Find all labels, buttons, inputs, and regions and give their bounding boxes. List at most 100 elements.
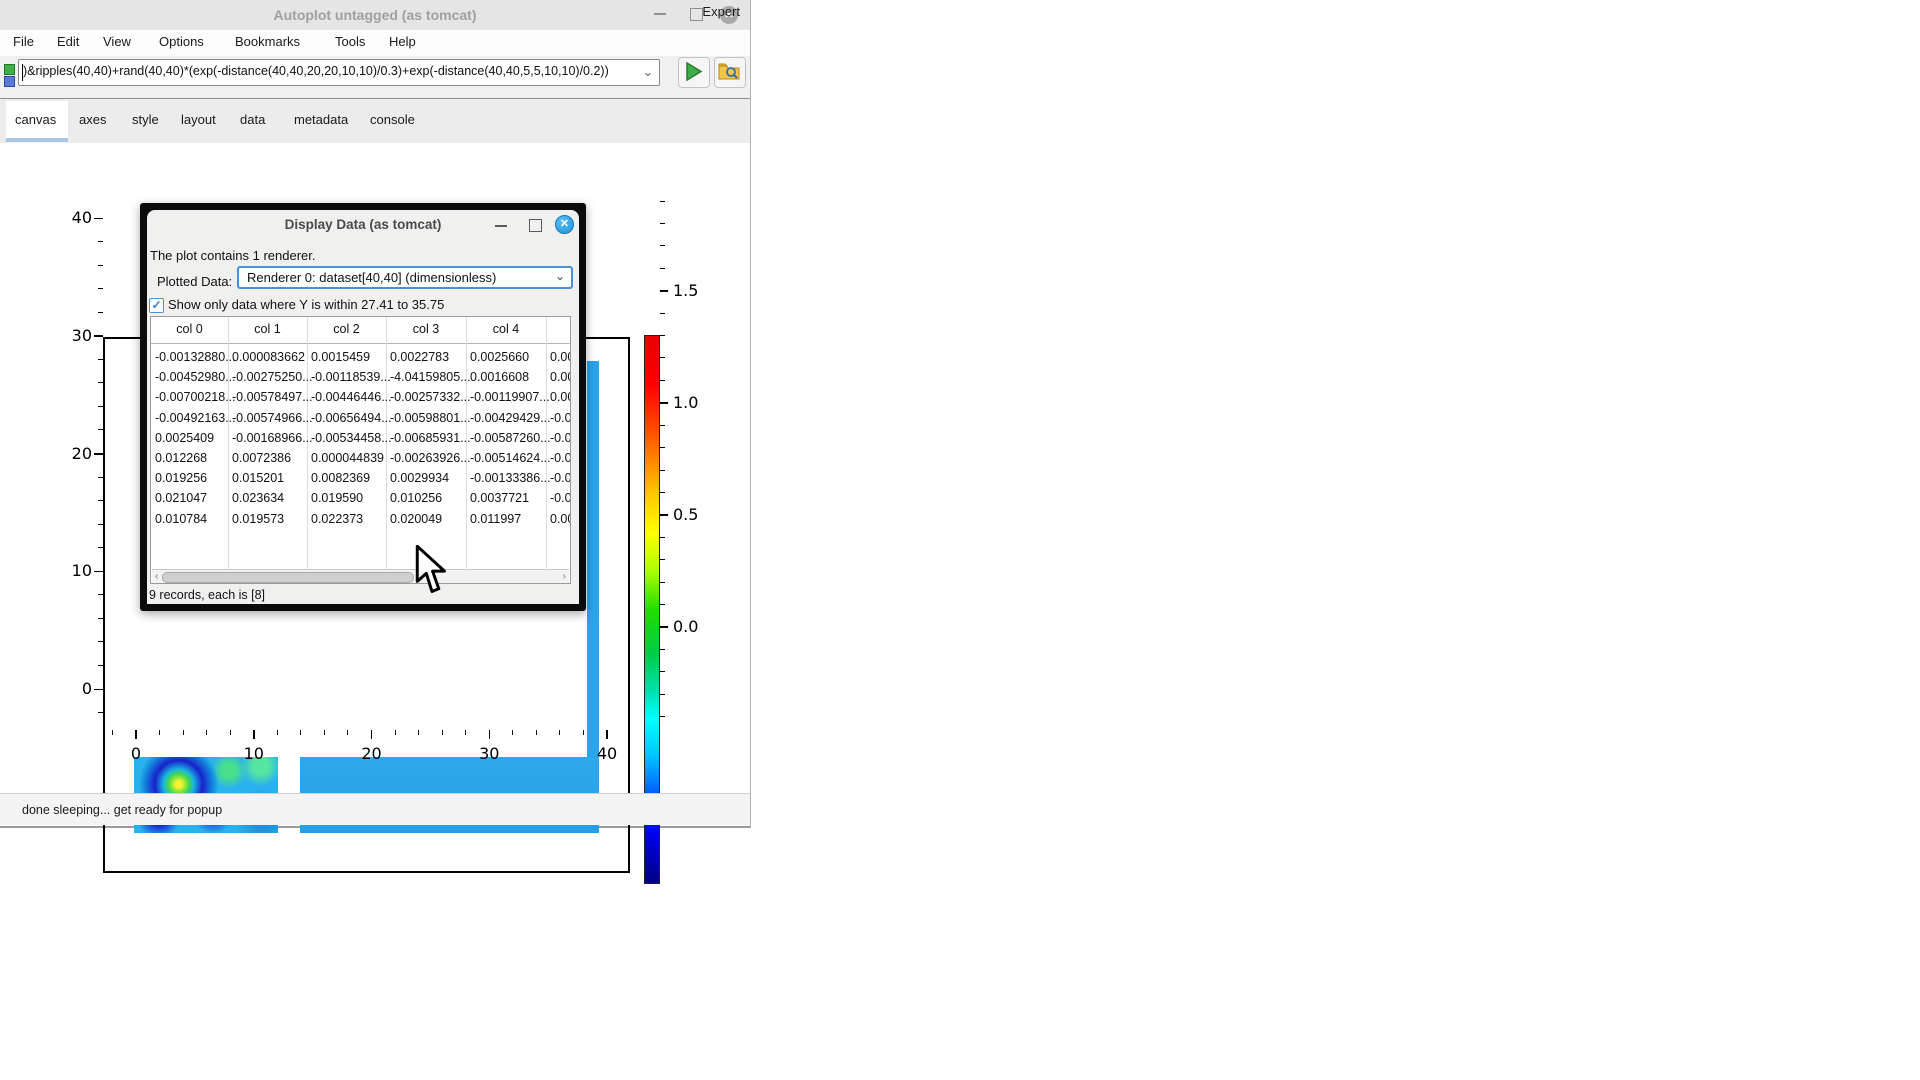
uri-dropdown-icon[interactable]: ⌄ xyxy=(640,62,656,82)
tab-style[interactable]: style xyxy=(132,112,159,127)
scroll-right-icon[interactable]: › xyxy=(563,571,566,583)
table-cell[interactable]: -0.00700218... xyxy=(155,387,236,407)
scroll-left-icon[interactable]: ‹ xyxy=(155,571,158,583)
menu-view[interactable]: View xyxy=(103,34,131,49)
table-cell[interactable]: -0.00492163... xyxy=(155,408,236,428)
table-cell[interactable]: 0.010256 xyxy=(390,488,442,508)
table-cell[interactable]: -0.00574966... xyxy=(232,408,313,428)
plotted-data-select[interactable]: Renderer 0: dataset[40,40] (dimensionles… xyxy=(237,266,573,289)
table-cell[interactable]: 0.0082369 xyxy=(311,468,370,488)
table-cell[interactable]: 0.020049 xyxy=(390,509,442,529)
table-header-cell[interactable]: col 0 xyxy=(151,322,228,336)
table-cell[interactable]: -0.00452980... xyxy=(155,367,236,387)
table-cell[interactable]: 0.000044839 xyxy=(311,448,384,468)
table-cell[interactable]: -0.00118539... xyxy=(311,367,391,387)
menu-bookmarks[interactable]: Bookmarks xyxy=(235,34,300,49)
minimize-icon[interactable] xyxy=(654,13,666,15)
table-cell[interactable]: 0.00 xyxy=(550,509,571,529)
records-count-text: 9 records, each is [8] xyxy=(149,588,265,602)
table-header-cell[interactable]: col 3 xyxy=(386,322,466,336)
menu-edit[interactable]: Edit xyxy=(57,34,79,49)
table-cell[interactable]: -0.00275250... xyxy=(232,367,313,387)
maximize-icon[interactable] xyxy=(690,8,703,21)
table-cell[interactable]: 0.022373 xyxy=(311,509,363,529)
table-cell[interactable]: -0.00685931... xyxy=(390,428,471,448)
table-cell[interactable]: -0.0 xyxy=(550,488,571,508)
scrollbar-thumb[interactable] xyxy=(162,572,414,583)
table-cell[interactable]: -0.00446446... xyxy=(311,387,392,407)
table-cell[interactable]: 0.023634 xyxy=(232,488,284,508)
table-header-cell[interactable]: col 2 xyxy=(307,322,386,336)
table-cell[interactable]: -0.0 xyxy=(550,468,571,488)
table-cell[interactable]: -0.00133386... xyxy=(470,468,551,488)
table-cell[interactable]: -0.00514624... xyxy=(470,448,551,468)
table-cell[interactable]: 0.0072386 xyxy=(232,448,291,468)
x-minor-tick xyxy=(512,730,513,735)
menu-file[interactable]: File xyxy=(13,34,34,49)
table-cell[interactable]: -0.00132880... xyxy=(155,347,236,367)
table-cell[interactable]: -0.00257332... xyxy=(390,387,471,407)
table-cell[interactable]: -0.00587260... xyxy=(470,428,551,448)
go-button[interactable] xyxy=(678,57,710,88)
table-cell[interactable]: 0.015201 xyxy=(232,468,284,488)
table-cell[interactable]: -0.00429429... xyxy=(470,408,551,428)
table-cell[interactable]: -4.04159805... xyxy=(390,367,471,387)
table-cell[interactable]: 0.011997 xyxy=(470,509,521,529)
x-minor-tick xyxy=(418,730,419,735)
tab-data[interactable]: data xyxy=(240,112,265,127)
table-cell[interactable]: 0.0029934 xyxy=(390,468,449,488)
menu-options[interactable]: Options xyxy=(159,34,204,49)
filter-checkbox[interactable]: ✓ xyxy=(149,298,164,313)
table-cell[interactable]: 0.010784 xyxy=(155,509,207,529)
table-cell[interactable]: 0.019590 xyxy=(311,488,363,508)
table-cell[interactable]: 0.00 xyxy=(550,387,571,407)
table-header-cell[interactable]: col 4 xyxy=(466,322,546,336)
data-table[interactable]: ‹ › col 0col 1col 2col 3col 4 -0.00132880… xyxy=(150,316,571,584)
dialog-title-bar[interactable]: Display Data (as tomcat) ✕ xyxy=(147,210,579,240)
x-minor-tick xyxy=(230,730,231,735)
table-cell[interactable]: -0.00656494... xyxy=(311,408,392,428)
table-cell[interactable]: 0.0025660 xyxy=(470,347,529,367)
table-cell[interactable]: 0.0016608 xyxy=(470,367,529,387)
table-cell[interactable]: 0.00 xyxy=(550,347,571,367)
table-cell[interactable]: -0.00263926... xyxy=(390,448,471,468)
table-cell[interactable]: 0.0025409 xyxy=(155,428,214,448)
table-cell[interactable]: -0.00598801... xyxy=(390,408,471,428)
tab-console[interactable]: console xyxy=(370,112,415,127)
table-cell[interactable]: -0.00578497... xyxy=(232,387,313,407)
dialog-close-icon[interactable]: ✕ xyxy=(555,215,574,234)
tab-canvas[interactable]: canvas xyxy=(15,112,56,127)
table-cell[interactable]: 0.000083662 xyxy=(232,347,305,367)
table-cell[interactable]: -0.0 xyxy=(550,448,571,468)
horizontal-scrollbar[interactable]: ‹ › xyxy=(152,569,569,584)
x-minor-tick xyxy=(465,730,466,735)
menu-tools[interactable]: Tools xyxy=(335,34,365,49)
tab-metadata[interactable]: metadata xyxy=(294,112,348,127)
x-tick-label: 30 xyxy=(469,744,509,763)
table-cell[interactable]: 0.021047 xyxy=(155,488,207,508)
dialog-maximize-icon[interactable] xyxy=(529,219,542,232)
open-file-button[interactable] xyxy=(714,57,746,88)
table-cell[interactable]: 0.019573 xyxy=(232,509,284,529)
tab-axes[interactable]: axes xyxy=(79,112,106,127)
tab-layout[interactable]: layout xyxy=(181,112,216,127)
menu-help[interactable]: Help xyxy=(389,34,416,49)
table-cell[interactable]: 0.012268 xyxy=(155,448,207,468)
table-cell[interactable]: 0.0015459 xyxy=(311,347,370,367)
uri-input[interactable]: )&ripples(40,40)+rand(40,40)*(exp(-dista… xyxy=(18,59,660,86)
table-header-cell[interactable]: col 1 xyxy=(228,322,307,336)
table-cell[interactable]: 0.019256 xyxy=(155,468,207,488)
table-cell[interactable]: 0.0022783 xyxy=(390,347,449,367)
table-cell[interactable]: -0.0 xyxy=(550,428,571,448)
table-cell[interactable]: -0.00168966... xyxy=(232,428,313,448)
colorbar-minor-tick xyxy=(660,604,665,605)
table-cell[interactable]: 0.0037721 xyxy=(470,488,529,508)
menu-bar: File Edit View Options Bookmarks Tools Help xyxy=(0,30,750,56)
table-cell[interactable]: -0.00534458... xyxy=(311,428,392,448)
dialog-minimize-icon[interactable] xyxy=(495,225,507,227)
table-cell[interactable]: -0.0 xyxy=(550,408,571,428)
table-cell[interactable]: -0.00119907... xyxy=(470,387,550,407)
expert-menu[interactable]: Expert xyxy=(702,4,740,19)
table-cell[interactable]: 0.00 xyxy=(550,367,571,387)
title-bar[interactable]: Autoplot untagged (as tomcat) ✕ xyxy=(0,0,750,30)
